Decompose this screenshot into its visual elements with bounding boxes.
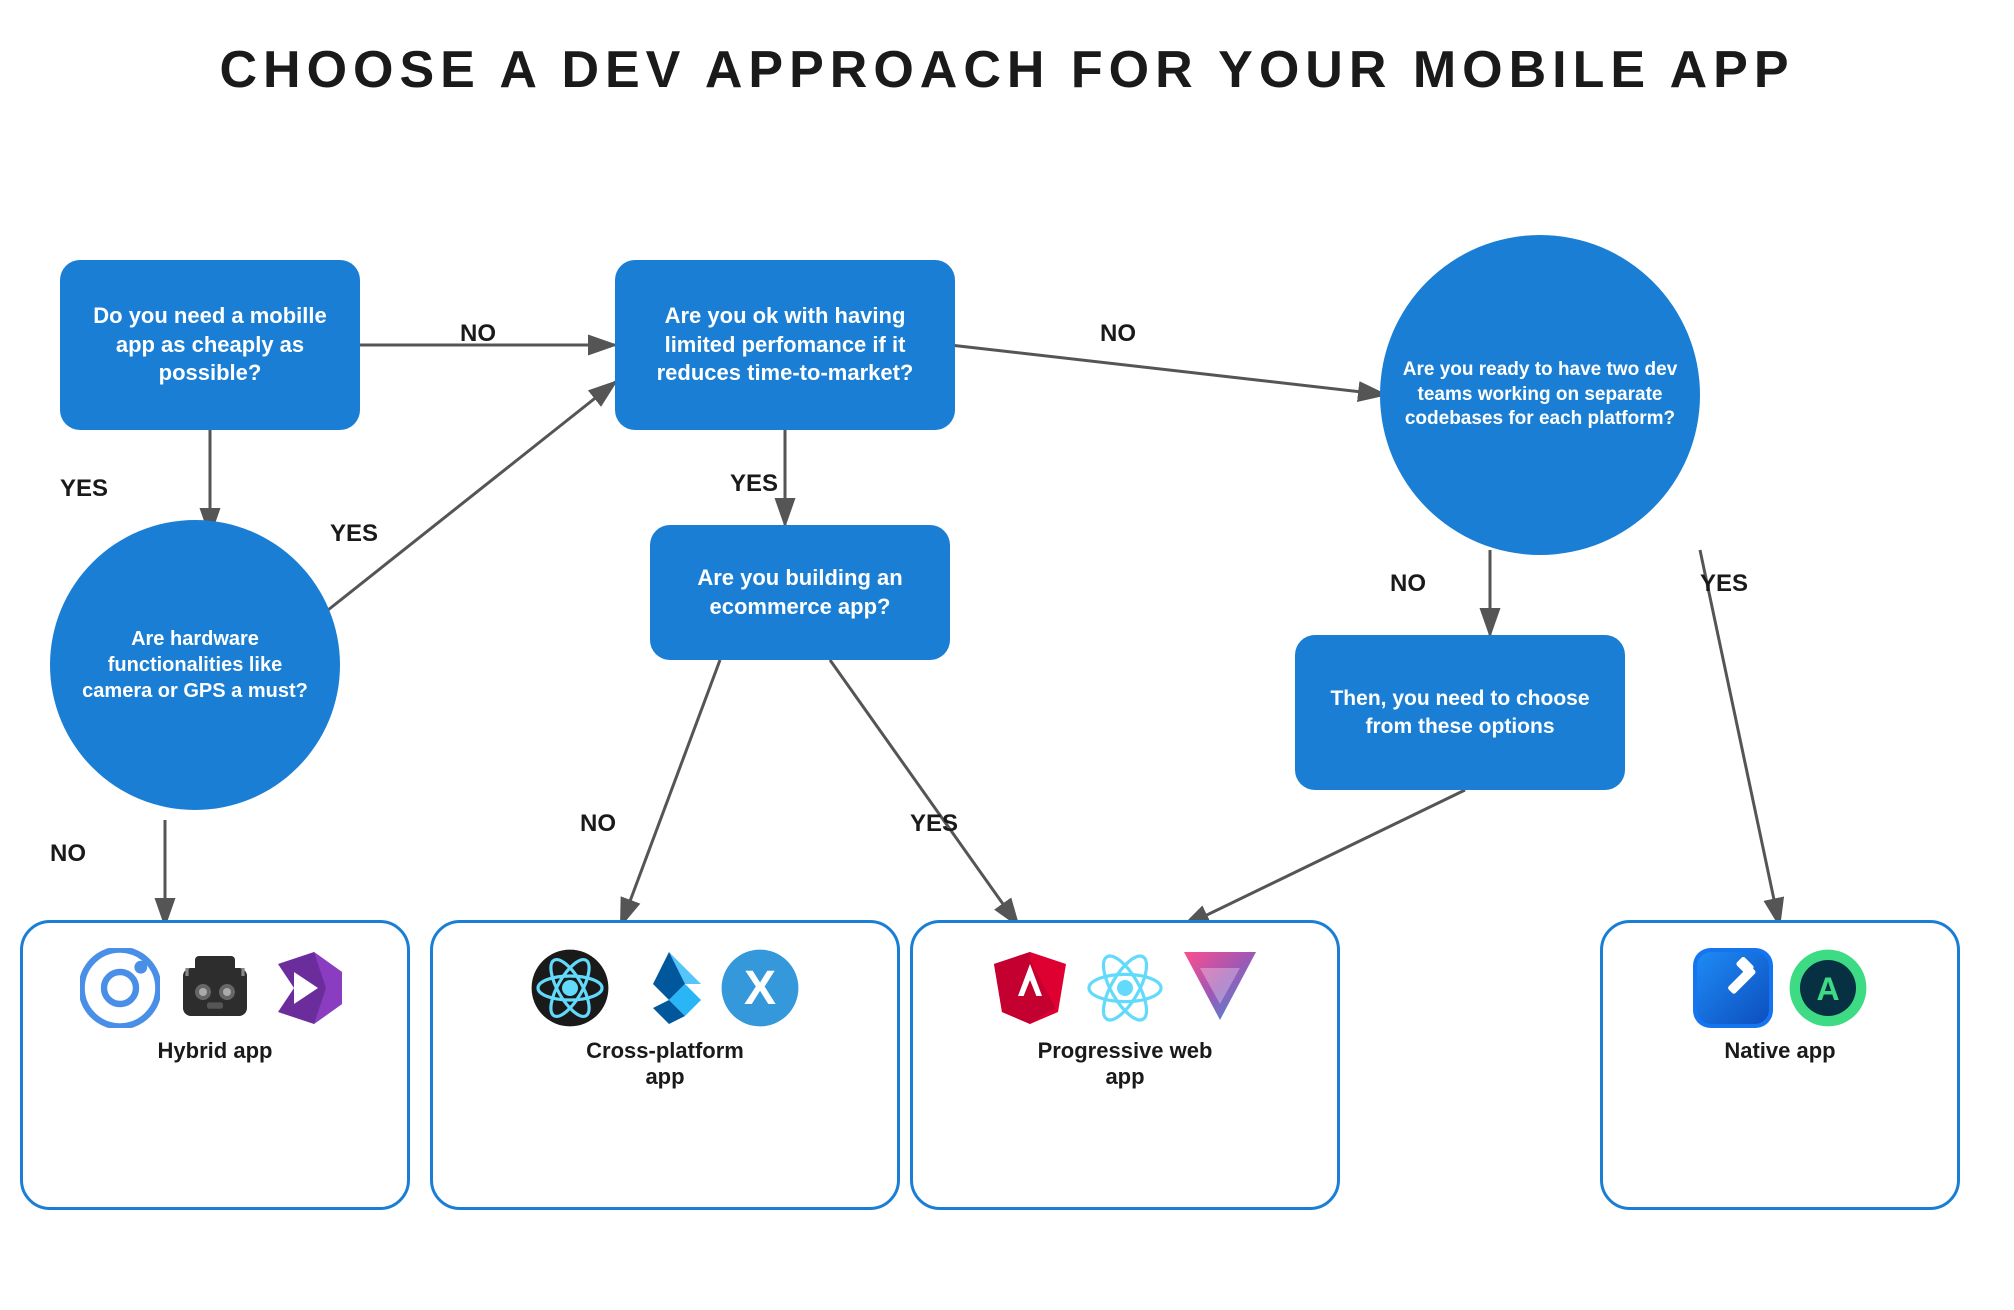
page-title: CHOOSE A DEV APPROACH FOR YOUR MOBILE AP… <box>0 0 2014 130</box>
flutter-icon <box>625 948 705 1028</box>
capacitor-icon <box>175 948 255 1028</box>
label-yes2: YES <box>330 520 378 548</box>
crossplatform-icons: X <box>530 948 800 1028</box>
ionic-icon <box>80 948 160 1028</box>
label-no1: NO <box>460 320 496 348</box>
native-label: Native app <box>1724 1038 1835 1064</box>
label-no2: NO <box>1100 320 1136 348</box>
flowchart: NO YES YES NO YES NO YES NO NO YES Do yo… <box>0 130 2014 1310</box>
label-yes4: YES <box>910 810 958 838</box>
crossplatform-label: Cross-platform app <box>586 1038 744 1090</box>
android-studio-icon: A <box>1788 948 1868 1028</box>
label-no5: NO <box>1390 570 1426 598</box>
native-icons: A <box>1693 948 1868 1028</box>
result-pwa: Progressive web app <box>910 920 1340 1210</box>
question-3: Are you ok with having limited perfomanc… <box>615 260 955 430</box>
react-native-icon <box>530 948 610 1028</box>
result-crossplatform: X Cross-platform app <box>430 920 900 1210</box>
label-yes5: YES <box>1700 570 1748 598</box>
hybrid-label: Hybrid app <box>158 1038 273 1064</box>
react-icon <box>1085 948 1165 1028</box>
question-5: Are you ready to have two dev teams work… <box>1380 235 1700 555</box>
label-no3: NO <box>50 840 86 868</box>
pwa-label: Progressive web app <box>1038 1038 1213 1090</box>
xcode-icon <box>1693 948 1773 1028</box>
question-4: Are you building an ecommerce app? <box>650 525 950 660</box>
xamarin-icon: X <box>720 948 800 1028</box>
pwa-icons <box>990 948 1260 1028</box>
question-1: Do you need a mobille app as cheaply as … <box>60 260 360 430</box>
label-yes3: YES <box>730 470 778 498</box>
hybrid-icons <box>80 948 350 1028</box>
visual-studio-icon <box>270 948 350 1028</box>
result-native: A Native app <box>1600 920 1960 1210</box>
result-hybrid: Hybrid app <box>20 920 410 1210</box>
vue-icon <box>1180 948 1260 1028</box>
question-6: Then, you need to choose from these opti… <box>1295 635 1625 790</box>
question-2: Are hardware functionalities like camera… <box>50 520 340 810</box>
svg-text:A: A <box>1816 971 1839 1007</box>
label-no4: NO <box>580 810 616 838</box>
angular-icon <box>990 948 1070 1028</box>
label-yes1: YES <box>60 475 108 503</box>
svg-text:X: X <box>744 962 776 1015</box>
